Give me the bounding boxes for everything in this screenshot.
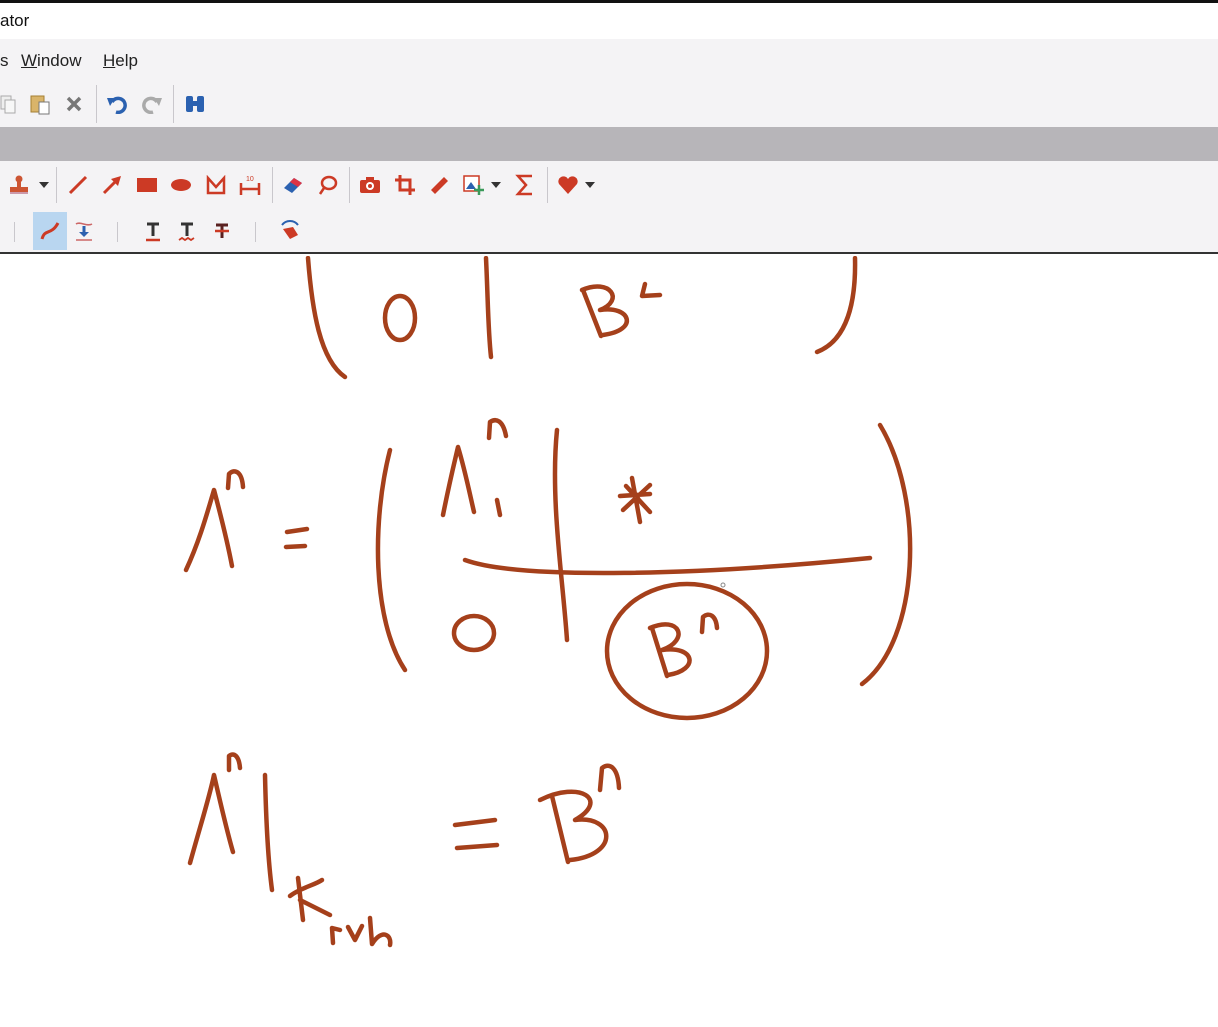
document-canvas[interactable] (0, 255, 1218, 1022)
markup-toolbar (0, 209, 1218, 254)
strikeout-text-icon[interactable] (208, 217, 236, 245)
favorite-dropdown-icon[interactable] (576, 171, 604, 199)
ink-n-sup4 (597, 763, 622, 793)
stamp-dropdown-icon[interactable] (30, 171, 58, 199)
ink-restrict-bar (262, 772, 275, 893)
ink-n-sup (225, 469, 246, 491)
pencil-icon[interactable] (33, 212, 67, 250)
delete-icon[interactable] (60, 90, 88, 118)
snapshot-icon[interactable] (356, 171, 384, 199)
main-toolbar (0, 81, 1218, 127)
ink-bar-top (483, 255, 494, 360)
ink-n-sup2 (486, 418, 509, 441)
ink-equals2 (452, 817, 500, 851)
eraser-icon[interactable] (279, 171, 307, 199)
ink-sub-1 (494, 497, 503, 518)
lasso-icon[interactable] (313, 171, 341, 199)
tab-strip (0, 127, 1218, 161)
ink-B-top (579, 284, 629, 339)
ink-right-paren-top (814, 255, 858, 355)
ink-circle (604, 581, 770, 721)
cursor-dot (720, 582, 726, 588)
ink-A-bottom (187, 772, 236, 866)
handwritten-ink (183, 255, 913, 948)
ink-n-sup3 (226, 752, 243, 773)
ink-vbar (552, 427, 570, 643)
stamp-icon[interactable] (5, 171, 33, 199)
insert-text-icon[interactable] (70, 217, 98, 245)
menu-item-tools[interactable]: s (0, 51, 9, 71)
title-bar: ator (0, 3, 1218, 39)
ink-equals (283, 526, 310, 550)
ink-k (287, 875, 333, 923)
polygon-icon[interactable] (202, 171, 230, 199)
paste-icon[interactable] (26, 90, 54, 118)
copy-icon[interactable] (0, 90, 22, 118)
ink-star (617, 475, 653, 525)
ink-zero-top (382, 293, 418, 343)
ink-hline (462, 555, 873, 576)
menu-bar: s Window Help (0, 39, 1218, 81)
ink-left-paren-top (305, 255, 348, 380)
undo-icon[interactable] (103, 90, 131, 118)
comment-toolbar: 10 (0, 161, 1218, 209)
squiggly-text-icon[interactable] (173, 217, 201, 245)
arrow-icon[interactable] (98, 171, 126, 199)
ruler-icon[interactable] (425, 171, 453, 199)
add-image-dropdown-icon[interactable] (482, 171, 510, 199)
distance-label: 10 (246, 176, 254, 183)
menu-item-help[interactable]: Help (103, 51, 138, 71)
line-icon[interactable] (64, 171, 92, 199)
ink-left-paren-big (375, 447, 408, 673)
ink-right-paren-big (859, 422, 913, 687)
ink-B-circled (647, 622, 692, 679)
ink-A (183, 487, 235, 573)
ellipse-icon[interactable] (167, 171, 195, 199)
ink-B-bottom (537, 789, 609, 865)
underline-text-icon[interactable] (139, 217, 167, 245)
menu-item-window[interactable]: Window (21, 51, 81, 71)
window-title: ator (0, 11, 30, 30)
ink-superscript-top (639, 281, 663, 299)
redo-icon[interactable] (138, 90, 166, 118)
ink-sub-ker (329, 915, 393, 948)
find-icon[interactable] (181, 90, 209, 118)
sum-icon[interactable] (511, 171, 539, 199)
ink-A1 (440, 444, 477, 518)
rectangle-icon[interactable] (133, 171, 161, 199)
ink-n-circled (699, 612, 720, 635)
ink-zero (451, 613, 497, 653)
crop-icon[interactable] (391, 171, 419, 199)
distance-icon[interactable]: 10 (236, 171, 264, 199)
hand-icon[interactable] (276, 217, 304, 245)
